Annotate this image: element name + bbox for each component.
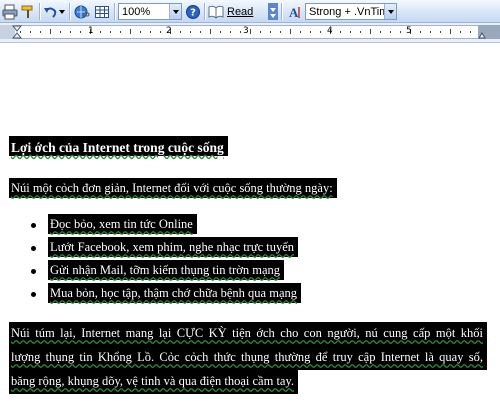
styles-and-formatting-icon[interactable]: A	[287, 3, 303, 20]
ruler-tick	[120, 31, 121, 33]
read-label: Read	[227, 5, 254, 18]
ruler-tick	[420, 31, 421, 33]
ruler-number: 5	[406, 26, 412, 36]
ruler-tick	[40, 31, 41, 33]
ruler-tick	[310, 31, 311, 33]
table-icon[interactable]	[94, 3, 110, 20]
style-value: Strong + .VnTime	[309, 5, 384, 18]
style-select[interactable]: Strong + .VnTime	[305, 3, 397, 20]
document-title: Lợi ớch của Internet trong cuộc sống	[9, 136, 228, 156]
ruler-tick	[360, 31, 361, 33]
ruler-tick	[200, 31, 201, 33]
conclusion-line: lượng thụng tin Khổng Lồ. Cỏc cỏch thức …	[9, 346, 487, 370]
chevron-down-icon[interactable]	[384, 4, 396, 19]
ruler-tick	[320, 31, 321, 33]
ruler-tick	[100, 31, 101, 33]
list-item: Gửi nhận Mail, tỡm kiếm thụng tin trờn m…	[48, 260, 285, 280]
ruler-number: 1	[88, 26, 94, 36]
format-painter-icon[interactable]	[20, 3, 36, 20]
ruler-number: 2	[166, 26, 172, 36]
bullet-icon	[31, 246, 36, 251]
bullet-icon	[31, 292, 36, 297]
undo-icon[interactable]	[42, 3, 58, 20]
ruler-tick	[50, 29, 51, 34]
formatting-toolbar: 100% ? Read A Strong + .VnTime	[0, 0, 500, 23]
toolbar-separator	[69, 3, 70, 20]
horizontal-ruler[interactable]: 1 2 3 4 5	[0, 25, 500, 39]
ruler-tick	[290, 29, 291, 34]
ruler-tick	[20, 31, 21, 33]
ruler-tick	[440, 31, 441, 33]
ruler-tick	[370, 29, 371, 34]
help-icon[interactable]: ?	[185, 3, 201, 20]
zoom-select[interactable]: 100%	[118, 3, 182, 20]
ruler-tick	[180, 31, 181, 33]
document-page[interactable]: Lợi ớch của Internet trong cuộc sống Núi…	[0, 44, 500, 418]
svg-text:A: A	[289, 5, 299, 20]
ruler-tick	[230, 31, 231, 33]
bullet-icon	[31, 269, 36, 274]
intro-paragraph: Núi một cỏch đơn giản, Internet đối với …	[9, 178, 337, 198]
ruler-tick	[340, 31, 341, 33]
ruler-tick	[110, 31, 111, 33]
print-icon[interactable]	[2, 3, 18, 20]
right-indent-marker-icon[interactable]	[478, 25, 486, 39]
chevron-down-icon[interactable]	[169, 4, 181, 19]
list-item: Lướt Facebook, xem phim, nghe nhạc trực …	[48, 237, 299, 257]
ruler-tick	[240, 31, 241, 33]
read-button[interactable]: Read	[208, 3, 258, 20]
toolbar-separator	[204, 3, 205, 20]
insert-hyperlink-icon[interactable]	[74, 3, 90, 20]
ruler-tick	[470, 31, 471, 33]
ruler-tick	[140, 31, 141, 33]
conclusion-line: Núi túm lại, Internet mang lại CỰC KỲ ti…	[9, 322, 487, 346]
ruler-tick	[70, 31, 71, 33]
ruler-tick	[80, 31, 81, 33]
conclusion-line: băng rộng, khụng dõy, vệ tinh và qua điệ…	[9, 370, 299, 394]
ruler-tick	[270, 31, 271, 33]
ruler-tick	[380, 31, 381, 33]
toolbar-options-icon[interactable]	[268, 3, 278, 20]
ruler-tick	[460, 31, 461, 33]
undo-dropdown-icon[interactable]	[58, 3, 66, 20]
ruler-tick	[390, 31, 391, 33]
ruler-tick	[450, 29, 451, 34]
ruler-tick	[190, 31, 191, 33]
ruler-number: 4	[327, 26, 333, 36]
ruler-tick	[60, 31, 61, 33]
ruler-tick	[400, 31, 401, 33]
svg-text:?: ?	[190, 7, 196, 18]
list-item: Đọc bỏo, xem tin tức Online	[48, 214, 197, 234]
bullet-icon	[31, 223, 36, 228]
ruler-tick	[150, 31, 151, 33]
ruler-number: 3	[243, 26, 249, 36]
ruler-tick	[30, 31, 31, 33]
ruler-tick	[220, 31, 221, 33]
toolbar-separator	[114, 3, 115, 20]
ruler-tick	[160, 31, 161, 33]
ruler-tick	[130, 29, 131, 34]
toolbar-separator	[39, 3, 40, 20]
ruler-tick	[210, 29, 211, 34]
toolbar-separator	[281, 3, 282, 20]
ruler-tick	[280, 31, 281, 33]
zoom-value: 100%	[122, 5, 151, 18]
list-item: Mua bỏn, học tập, thậm chớ chữa bệnh qua…	[48, 283, 301, 303]
ruler-tick	[430, 31, 431, 33]
ruler-tick	[300, 31, 301, 33]
ruler-tick	[260, 31, 261, 33]
ruler-tick	[250, 29, 251, 34]
ruler-tick	[350, 31, 351, 33]
